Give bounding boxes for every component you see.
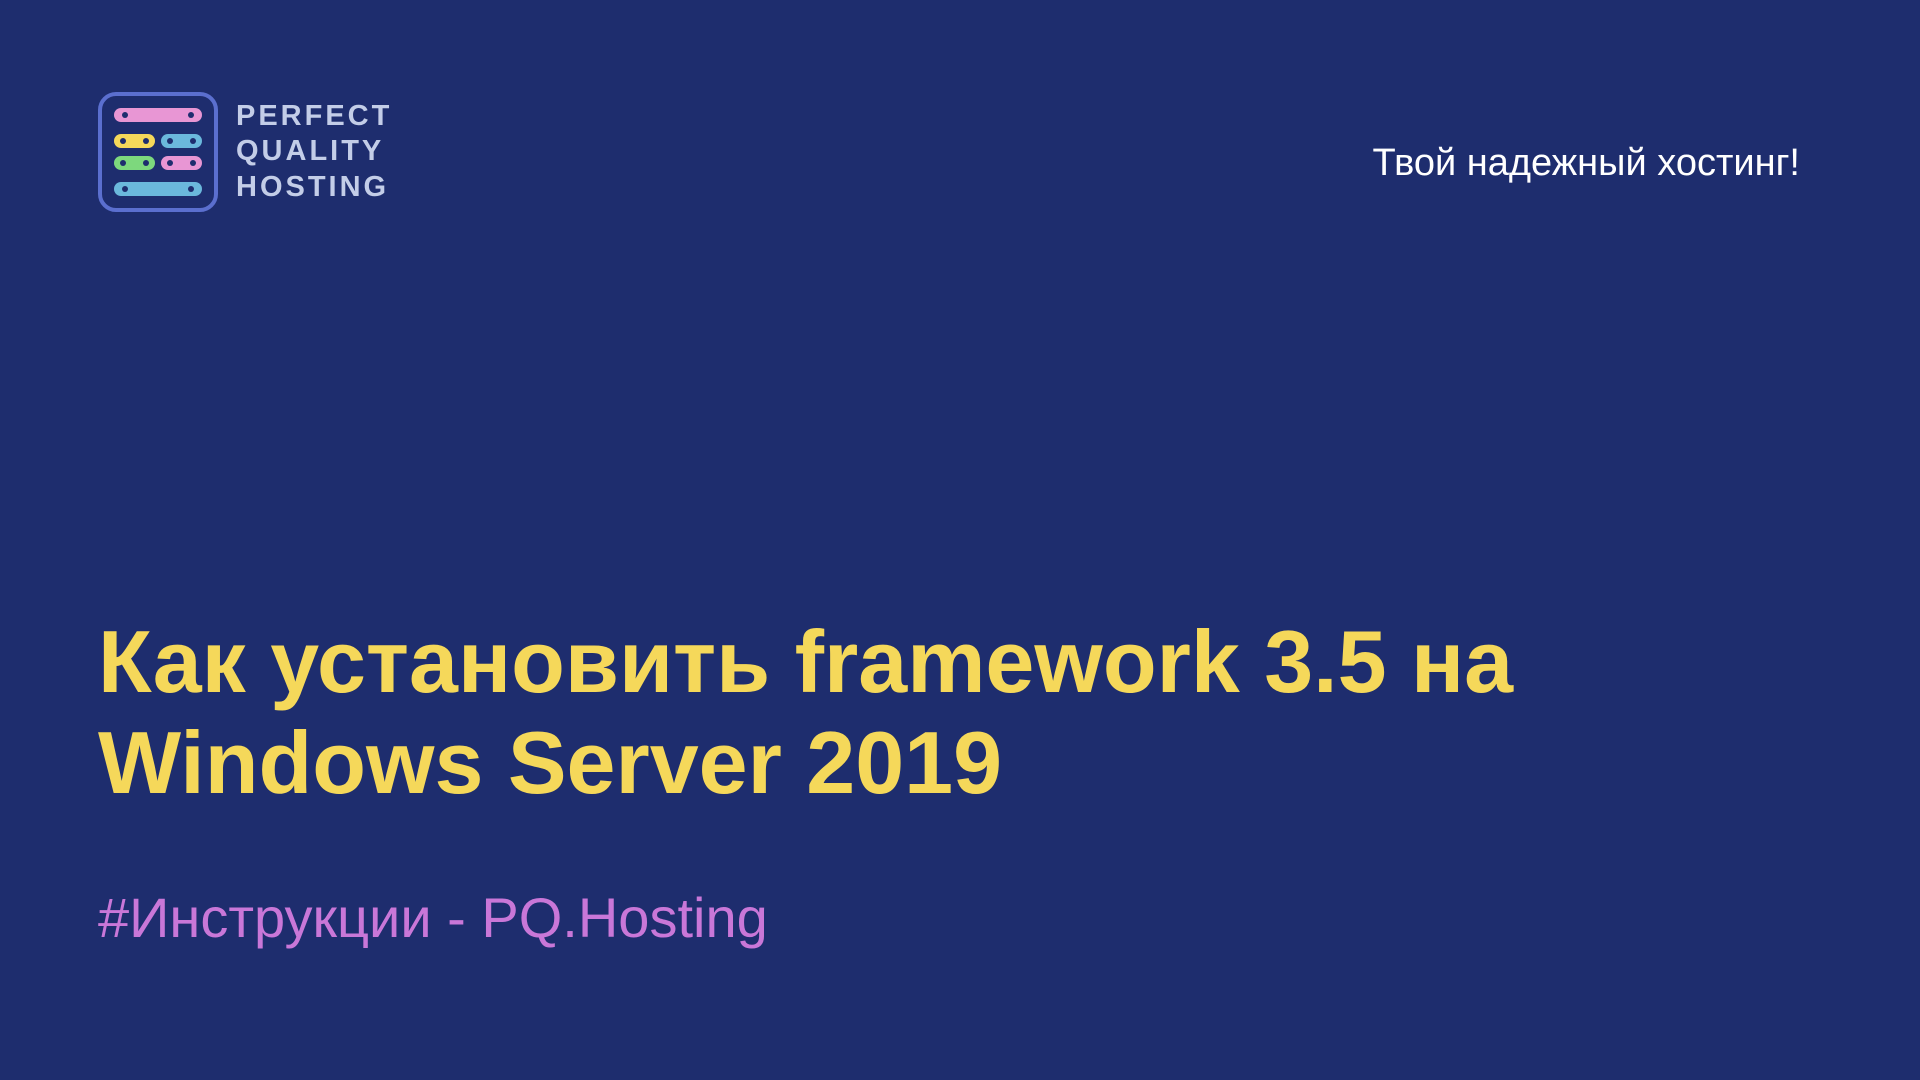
logo-text: PERFECT QUALITY HOSTING (236, 100, 392, 204)
logo-text-line3: HOSTING (236, 171, 392, 204)
logo-text-line2: QUALITY (236, 135, 392, 168)
tagline: Твой надежный хостинг! (1373, 142, 1800, 185)
logo-text-line1: PERFECT (236, 100, 392, 133)
logo-bar-blue (114, 182, 202, 196)
logo-p (114, 134, 155, 170)
content: Как установить framework 3.5 на Windows … (98, 611, 1820, 950)
logo-bar-pink (114, 108, 202, 122)
header: PERFECT QUALITY HOSTING Твой надежный хо… (0, 0, 1920, 212)
page-title: Как установить framework 3.5 на Windows … (98, 611, 1820, 813)
subtitle: #Инструкции - PQ.Hosting (98, 885, 1820, 950)
logo-s (161, 134, 202, 170)
logo-ps-row (114, 134, 202, 170)
logo: PERFECT QUALITY HOSTING (98, 92, 392, 212)
logo-icon (98, 92, 218, 212)
